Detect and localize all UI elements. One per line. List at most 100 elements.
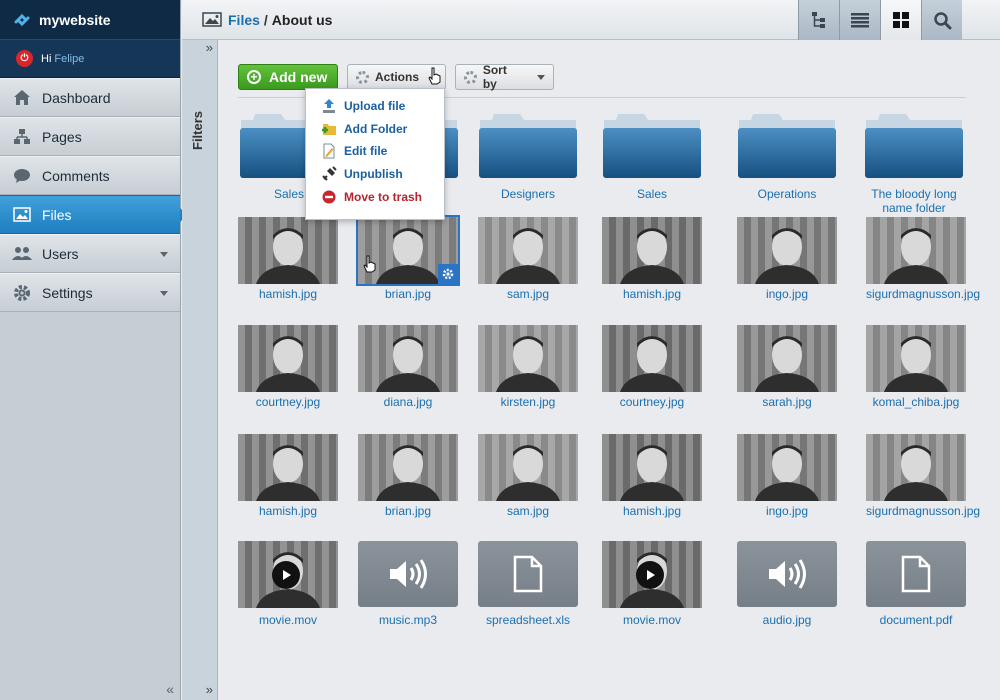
sidebar-item-pages[interactable]: Pages [0, 117, 180, 156]
house-icon [12, 88, 32, 108]
search-button[interactable] [921, 0, 962, 40]
add-new-button[interactable]: + Add new [238, 64, 338, 90]
list-view-button[interactable] [839, 0, 880, 40]
sidebar-item-dashboard[interactable]: Dashboard [0, 78, 180, 117]
folder-name: The bloody long name folder [871, 187, 957, 215]
speaker-icon [390, 559, 427, 589]
folder-icon [603, 114, 701, 178]
gear-icon [464, 70, 477, 84]
file-thumbnail [238, 541, 338, 608]
menu-item-move-to-trash[interactable]: Move to trash [306, 185, 444, 208]
tree-view-button[interactable] [798, 0, 839, 40]
unplug-icon [321, 166, 337, 182]
actions-menu: Upload file Add Folder Edit file Unpubli… [305, 88, 445, 220]
sort-by-button[interactable]: Sort by [455, 63, 554, 91]
folder-name: Sales [636, 187, 668, 201]
gear-icon [356, 70, 369, 84]
sidebar-item-users[interactable]: Users [0, 234, 180, 273]
sidebar-item-files[interactable]: Files [0, 195, 187, 234]
file-thumbnail [866, 217, 966, 284]
breadcrumb-separator: / [263, 11, 268, 28]
chevron-down-icon[interactable] [160, 252, 168, 257]
folder-name: Designers [500, 187, 556, 201]
filters-label: Filters [190, 110, 205, 150]
play-icon[interactable] [272, 561, 300, 589]
menu-item-label: Edit file [344, 144, 388, 159]
document-thumbnail [866, 541, 966, 607]
file-thumbnail [478, 325, 578, 392]
logo-icon [14, 13, 30, 26]
page-title: About us [271, 11, 333, 28]
file-thumbnail [238, 434, 338, 501]
collapse-sidebar-icon[interactable]: « [166, 681, 174, 697]
menu-item-upload-file[interactable]: Upload file [306, 95, 444, 118]
expand-panel-icon[interactable]: » [206, 682, 213, 697]
gear-icon[interactable] [438, 264, 458, 284]
user-name[interactable]: Felipe [54, 53, 84, 65]
grid-view-button[interactable] [880, 0, 921, 40]
tree-icon [812, 12, 825, 28]
file-thumbnail [356, 215, 460, 286]
actions-label: Actions [375, 70, 420, 84]
folder-name: Operations [757, 187, 817, 201]
file-name: document.pdf [879, 613, 953, 627]
file-name: kirsten.jpg [500, 395, 556, 409]
file-name: sam.jpg [506, 287, 550, 301]
file-name: ingo.jpg [765, 504, 809, 518]
file-thumbnail [737, 434, 837, 501]
folder-icon [738, 114, 836, 178]
file-thumbnail [866, 325, 966, 392]
sidebar-item-settings[interactable]: Settings [0, 273, 180, 312]
sidebar-item-label: Settings [42, 284, 93, 301]
menu-item-label: Unpublish [344, 167, 403, 182]
menu-item-label: Add Folder [344, 121, 408, 136]
grid-icon [893, 12, 909, 28]
speech-bubble-icon [12, 166, 32, 186]
edit-file-icon [321, 143, 337, 159]
hand-cursor-icon [363, 255, 376, 273]
greeting: Hi [41, 52, 52, 65]
logout-icon[interactable]: ⏻ [16, 50, 33, 67]
menu-item-label: Move to trash [344, 189, 423, 204]
document-icon [901, 555, 931, 593]
play-icon[interactable] [636, 561, 664, 589]
file-name: ingo.jpg [765, 287, 809, 301]
upload-icon [321, 98, 337, 114]
menu-item-unpublish[interactable]: Unpublish [306, 163, 444, 186]
breadcrumb-link[interactable]: Files [228, 12, 260, 28]
file-name: diana.jpg [383, 395, 433, 409]
sidebar-item-comments[interactable]: Comments [0, 156, 180, 195]
file-name: music.mp3 [378, 613, 437, 627]
file-name: courtney.jpg [255, 395, 321, 409]
sidebar: mywebsite ⏻ Hi Felipe Dashboard Pages Co… [0, 0, 187, 700]
plus-icon: + [247, 70, 261, 84]
search-icon [933, 11, 951, 29]
chevron-down-icon[interactable] [160, 291, 168, 296]
file-name: sigurdmagnusson.jpg [866, 504, 981, 518]
file-name: hamish.jpg [258, 504, 318, 518]
file-name: movie.mov [258, 613, 317, 627]
file-thumbnail [602, 217, 702, 284]
menu-item-edit-file[interactable]: Edit file [306, 140, 444, 163]
file-name: hamish.jpg [258, 287, 318, 301]
image-icon [202, 12, 222, 27]
expand-filters-icon[interactable]: » [206, 40, 213, 55]
file-thumbnail [866, 434, 966, 501]
brand[interactable]: mywebsite [0, 0, 180, 40]
file-name: courtney.jpg [619, 395, 685, 409]
menu-item-add-folder[interactable]: Add Folder [306, 118, 444, 141]
file-thumbnail [737, 325, 837, 392]
audio-thumbnail [737, 541, 837, 607]
file-name: brian.jpg [384, 504, 432, 518]
file-thumbnail [478, 434, 578, 501]
file-name: spreadsheet.xls [485, 613, 571, 627]
filters-panel[interactable]: » Filters » [182, 40, 218, 700]
file-thumbnail [737, 217, 837, 284]
file-thumbnail [358, 434, 458, 501]
speaker-icon [769, 559, 806, 589]
document-icon [513, 555, 543, 593]
folder-icon [865, 114, 963, 178]
file-thumbnail [602, 434, 702, 501]
file-name: sigurdmagnusson.jpg [866, 287, 981, 301]
menu-item-label: Upload file [344, 99, 406, 114]
